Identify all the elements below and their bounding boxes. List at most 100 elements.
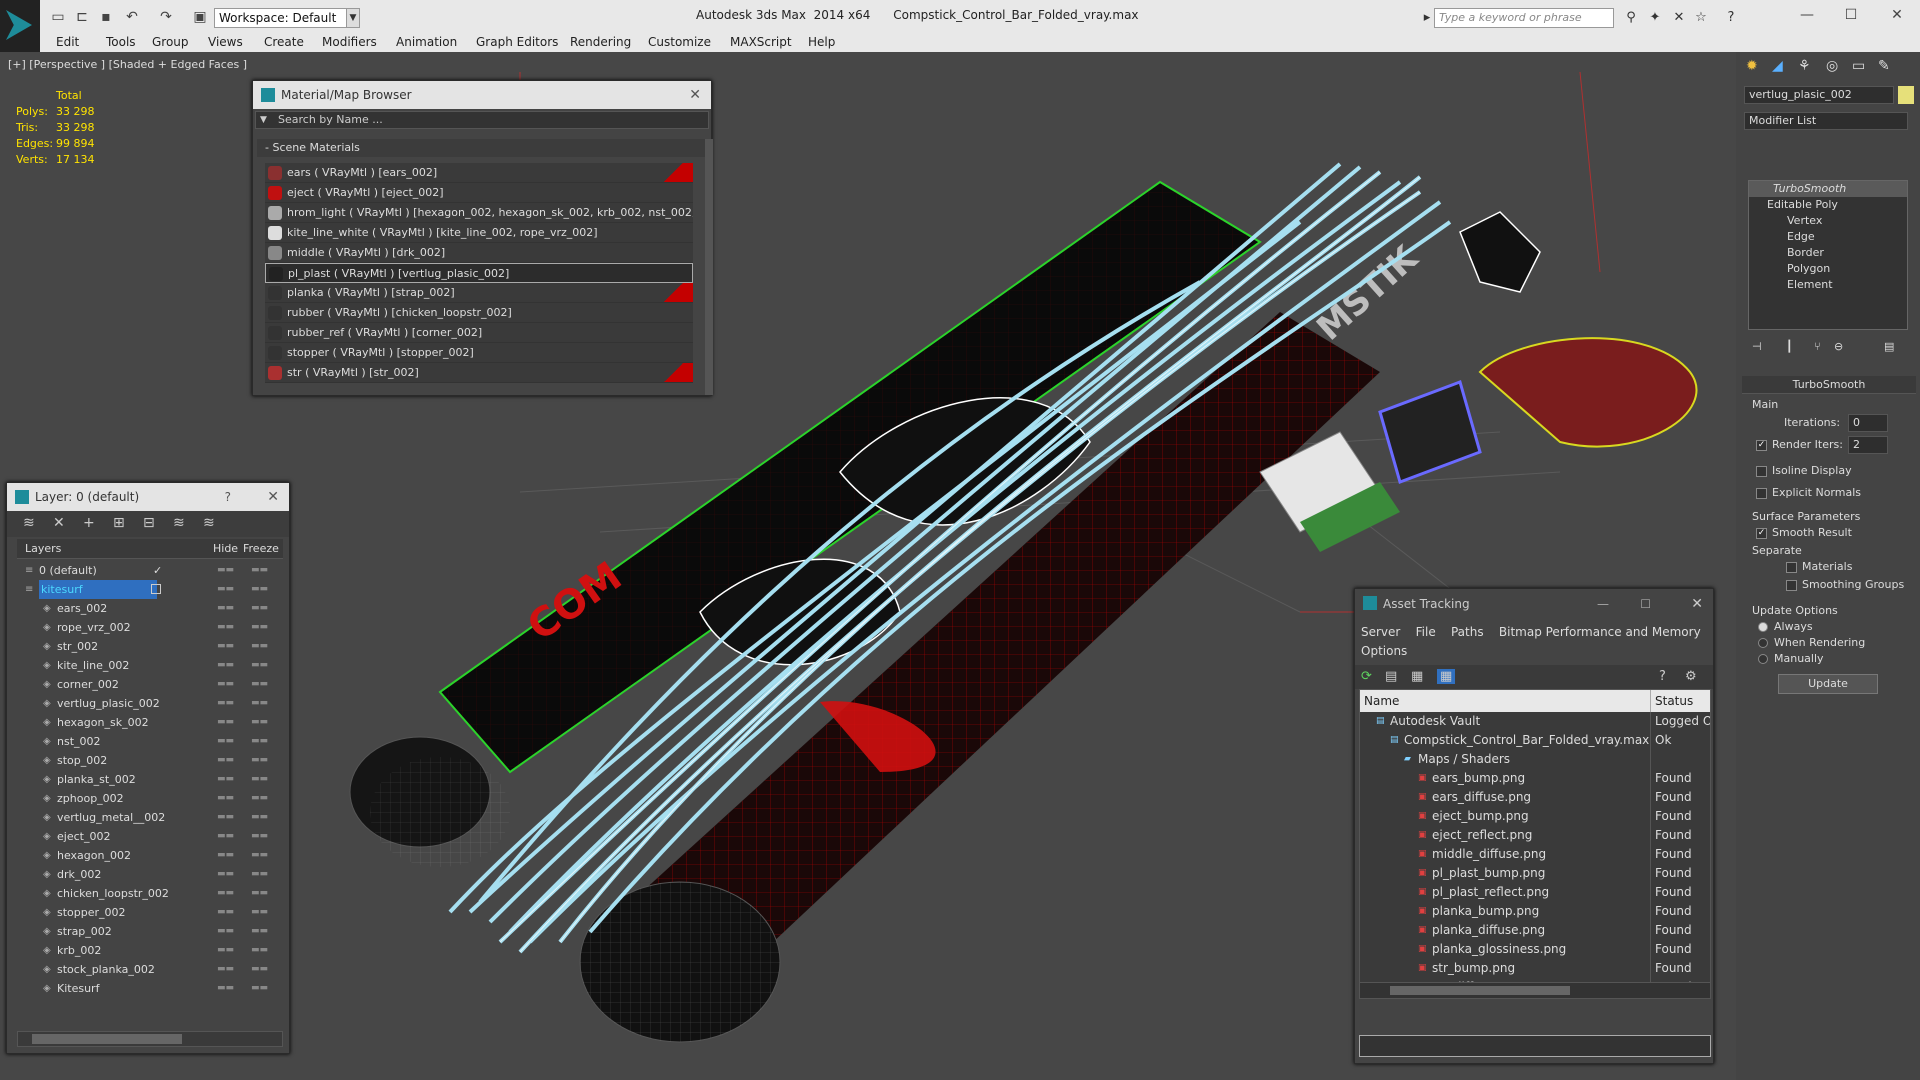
hide-toggle[interactable]: ▬▬ — [217, 770, 234, 789]
layer-row[interactable]: ◈ nst_002 ▬▬ ▬▬ — [17, 732, 283, 751]
hierarchy-tab-icon[interactable]: ⚘ — [1798, 58, 1811, 74]
menu-server[interactable]: Server — [1361, 625, 1400, 639]
communication-center-icon[interactable]: ✦ — [1646, 9, 1664, 27]
object-name-field[interactable]: vertlug_plasic_002 — [1744, 86, 1894, 104]
help-icon[interactable]: ? — [1659, 669, 1666, 684]
show-end-result-icon[interactable]: ┃ — [1786, 340, 1793, 353]
iterations-spinner[interactable]: 0 — [1848, 414, 1888, 432]
freeze-toggle[interactable]: ▬▬ — [251, 941, 268, 960]
open-file-icon[interactable]: ⊏ — [72, 6, 92, 28]
hide-toggle[interactable]: ▬▬ — [217, 789, 234, 808]
close-icon[interactable]: ✕ — [267, 483, 279, 511]
hide-toggle[interactable]: ▬▬ — [217, 827, 234, 846]
freeze-toggle[interactable]: ▬▬ — [251, 694, 268, 713]
asset-horizontal-scrollbar[interactable] — [1360, 982, 1710, 998]
configure-sets-icon[interactable]: ▤ — [1884, 340, 1894, 353]
asset-row[interactable]: ▣ middle_diffuse.png Found — [1360, 845, 1710, 864]
freeze-toggle[interactable]: ▬▬ — [251, 580, 268, 599]
menu-options[interactable]: Options — [1361, 644, 1407, 658]
smooth-result-checkbox[interactable]: ✓ — [1756, 528, 1767, 539]
render-iters-spinner[interactable]: 2 — [1848, 436, 1888, 454]
menu-group[interactable]: Group — [152, 35, 189, 49]
asset-row[interactable]: ▣ eject_bump.png Found — [1360, 807, 1710, 826]
add-layer-icon[interactable]: + — [83, 515, 95, 531]
layer-row[interactable]: ◈ eject_002 ▬▬ ▬▬ — [17, 827, 283, 846]
hide-toggle[interactable]: ▬▬ — [217, 884, 234, 903]
layer-row[interactable]: ◈ stop_002 ▬▬ ▬▬ — [17, 751, 283, 770]
new-file-icon[interactable]: ▭ — [48, 6, 68, 28]
chevron-down-icon[interactable]: ▼ — [346, 8, 360, 28]
asset-row[interactable]: ▣ ears_diffuse.png Found — [1360, 788, 1710, 807]
viewport-label[interactable]: [+] [Perspective ] [Shaded + Edged Faces… — [8, 58, 247, 71]
help-icon[interactable]: ? — [225, 483, 231, 511]
modifier-list-dropdown[interactable]: Modifier List — [1744, 112, 1908, 130]
hide-toggle[interactable]: ▬▬ — [217, 808, 234, 827]
table-view-icon[interactable]: ▦ — [1437, 669, 1456, 684]
layer-row[interactable]: ◈ hexagon_002 ▬▬ ▬▬ — [17, 846, 283, 865]
column-hide[interactable]: Hide — [213, 539, 238, 559]
material-list-scrollbar[interactable] — [705, 139, 713, 395]
update-button[interactable]: Update — [1778, 674, 1878, 694]
modifier-stack-item[interactable]: Border — [1749, 245, 1907, 261]
highlight-layer-icon[interactable]: ⊟ — [143, 515, 155, 531]
freeze-toggle[interactable]: ▬▬ — [251, 561, 268, 580]
layer-row[interactable]: ◈ kite_line_002 ▬▬ ▬▬ — [17, 656, 283, 675]
freeze-all-icon[interactable]: ≋ — [203, 515, 215, 531]
freeze-toggle[interactable]: ▬▬ — [251, 656, 268, 675]
menu-file[interactable]: File — [1416, 625, 1436, 639]
menu-edit[interactable]: Edit — [56, 35, 79, 49]
freeze-toggle[interactable]: ▬▬ — [251, 903, 268, 922]
column-status[interactable]: Status — [1650, 690, 1693, 712]
hide-toggle[interactable]: ▬▬ — [217, 618, 234, 637]
create-tab-icon[interactable]: ✹ — [1746, 58, 1758, 74]
application-menu-button[interactable] — [0, 0, 40, 52]
menu-help[interactable]: Help — [808, 35, 835, 49]
object-color-swatch[interactable] — [1898, 86, 1914, 104]
manually-radio[interactable] — [1758, 654, 1768, 664]
material-item[interactable]: middle ( VRayMtl ) [drk_002] — [265, 243, 693, 263]
hide-toggle[interactable]: ▬▬ — [217, 960, 234, 979]
menu-bitmap-performance[interactable]: Bitmap Performance and Memory — [1499, 625, 1701, 639]
material-item[interactable]: kite_line_white ( VRayMtl ) [kite_line_0… — [265, 223, 693, 243]
select-objects-icon[interactable]: ⊞ — [113, 515, 125, 531]
freeze-toggle[interactable]: ▬▬ — [251, 827, 268, 846]
asset-row[interactable]: ▣ str_bump.png Found — [1360, 959, 1710, 978]
layer-row[interactable]: ◈ drk_002 ▬▬ ▬▬ — [17, 865, 283, 884]
search-input[interactable]: Type a keyword or phrase — [1434, 8, 1614, 28]
material-item[interactable]: rubber ( VRayMtl ) [chicken_loopstr_002] — [265, 303, 693, 323]
asset-row[interactable]: ▤ Compstick_Control_Bar_Folded_vray.max Ok — [1360, 731, 1710, 750]
hide-toggle[interactable]: ▬▬ — [217, 656, 234, 675]
scene-materials-section[interactable]: - Scene Materials — [257, 139, 707, 157]
asset-row[interactable]: ▣ pl_plast_bump.png Found — [1360, 864, 1710, 883]
freeze-toggle[interactable]: ▬▬ — [251, 884, 268, 903]
layer-row[interactable]: ◈ vertlug_metal__002 ▬▬ ▬▬ — [17, 808, 283, 827]
modifier-stack-item[interactable]: Polygon — [1749, 261, 1907, 277]
hide-toggle[interactable]: ▬▬ — [217, 941, 234, 960]
list-view-icon[interactable]: ▤ — [1385, 669, 1397, 684]
pin-stack-icon[interactable]: ⊣ — [1752, 340, 1762, 353]
freeze-toggle[interactable]: ▬▬ — [251, 922, 268, 941]
maximize-button[interactable]: ☐ — [1640, 589, 1651, 619]
layer-row[interactable]: ◈ stopper_002 ▬▬ ▬▬ — [17, 903, 283, 922]
layer-row[interactable]: ◈ vertlug_plasic_002 ▬▬ ▬▬ — [17, 694, 283, 713]
layer-row[interactable]: ≡ 0 (default) ✓ ▬▬ ▬▬ — [17, 561, 283, 580]
layer-row[interactable]: ◈ strap_002 ▬▬ ▬▬ — [17, 922, 283, 941]
asset-row[interactable]: ▣ pl_plast_reflect.png Found — [1360, 883, 1710, 902]
close-icon[interactable]: ✕ — [689, 81, 701, 109]
make-unique-icon[interactable]: ⑂ — [1814, 340, 1821, 353]
freeze-toggle[interactable]: ▬▬ — [251, 789, 268, 808]
maximize-button[interactable]: ☐ — [1836, 4, 1866, 26]
help-icon[interactable]: ? — [1722, 9, 1740, 27]
layer-row[interactable]: ◈ hexagon_sk_002 ▬▬ ▬▬ — [17, 713, 283, 732]
layer-row[interactable]: ◈ chicken_loopstr_002 ▬▬ ▬▬ — [17, 884, 283, 903]
display-tab-icon[interactable]: ▭ — [1852, 58, 1865, 74]
menu-maxscript[interactable]: MAXScript — [730, 35, 792, 49]
hide-toggle[interactable]: ▬▬ — [217, 922, 234, 941]
minimize-button[interactable]: — — [1792, 4, 1822, 26]
freeze-toggle[interactable]: ▬▬ — [251, 808, 268, 827]
freeze-toggle[interactable]: ▬▬ — [251, 732, 268, 751]
menu-customize[interactable]: Customize — [648, 35, 711, 49]
undo-icon[interactable]: ↶ — [122, 6, 142, 28]
hide-toggle[interactable]: ▬▬ — [217, 637, 234, 656]
hide-toggle[interactable]: ▬▬ — [217, 732, 234, 751]
